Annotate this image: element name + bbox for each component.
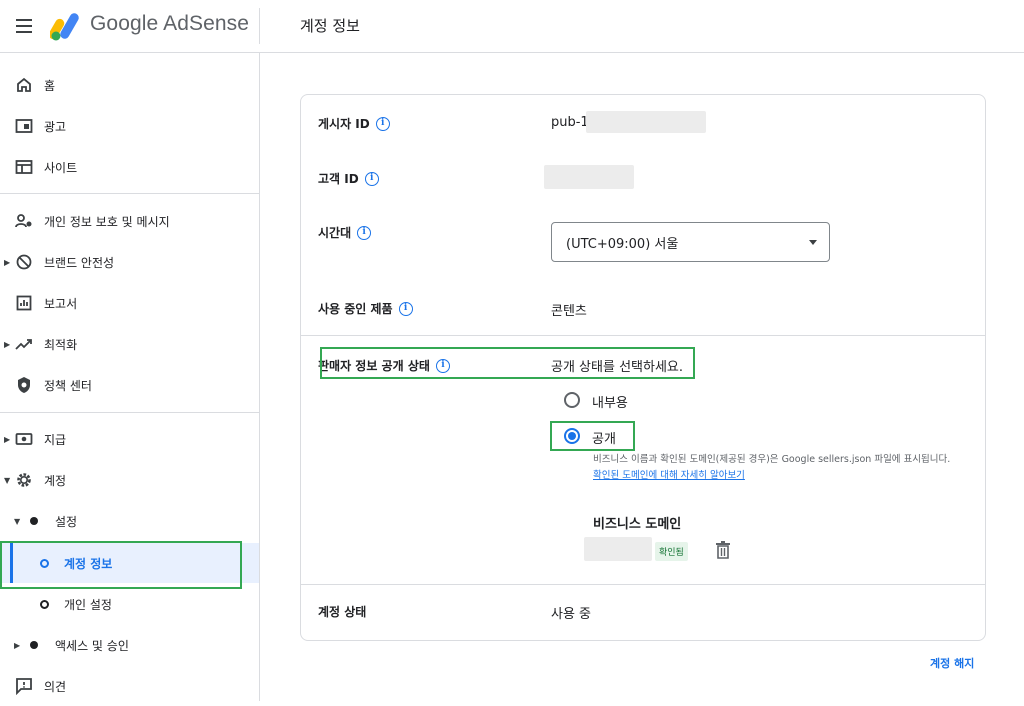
sidebar-item-brand-safety[interactable]: ▶ 브랜드 안전성 <box>0 242 259 282</box>
close-account-link[interactable]: 계정 해지 <box>930 655 974 671</box>
publisher-id-value: pub-1 <box>551 115 589 130</box>
info-icon[interactable]: i <box>357 225 372 240</box>
expand-arrow-icon[interactable]: ▶ <box>4 340 10 349</box>
customer-id-label: 고객 ID i <box>318 170 379 187</box>
highlight-box-seller-info <box>320 347 695 379</box>
verified-badge: 확인됨 <box>655 542 688 561</box>
sidebar-item-policy-center[interactable]: 정책 센터 <box>0 365 259 405</box>
trending-icon <box>14 334 34 354</box>
policy-shield-icon <box>14 375 34 395</box>
expand-arrow-icon[interactable]: ▶ <box>4 258 10 267</box>
sidebar-item-privacy[interactable]: 개인 정보 보호 및 메시지 <box>0 201 259 241</box>
products-label: 사용 중인 제품 i <box>318 300 413 317</box>
account-status-label: 계정 상태 <box>318 605 367 619</box>
info-icon[interactable]: i <box>398 301 413 316</box>
products-value: 콘텐츠 <box>551 304 587 319</box>
card-divider <box>301 584 985 585</box>
sidebar-divider <box>0 193 259 194</box>
expand-arrow-icon[interactable]: ▶ <box>14 641 20 650</box>
header-divider <box>259 8 260 44</box>
sidebar-item-access[interactable]: ▶ 액세스 및 승인 <box>0 625 259 665</box>
bullet-ring-icon <box>40 599 49 609</box>
reports-icon <box>14 293 34 313</box>
collapse-arrow-icon[interactable]: ▼ <box>14 517 20 526</box>
sidebar-item-ads[interactable]: 광고 <box>0 106 259 146</box>
highlight-box-public <box>550 421 635 451</box>
info-icon[interactable]: i <box>364 171 379 186</box>
dropdown-caret-icon <box>809 240 817 245</box>
sites-icon <box>14 157 34 177</box>
brand-name: Google AdSense <box>90 12 250 35</box>
sidebar: 홈 광고 사이트 개인 정보 보호 및 메시지 ▶ 브랜드 안전성 보고서 ▶ … <box>0 53 260 701</box>
redacted-customer-id <box>544 165 634 189</box>
redacted-domain <box>584 537 652 561</box>
menu-icon[interactable] <box>14 14 38 38</box>
learn-more-link[interactable]: 확인된 도메인에 대해 자세히 알아보기 <box>593 470 745 481</box>
redacted-publisher-id <box>586 111 706 133</box>
timezone-label: 시간대 i <box>318 224 372 241</box>
business-domain-title: 비즈니스 도메인 <box>593 517 682 532</box>
sidebar-item-personal-settings[interactable]: 개인 설정 <box>0 584 259 624</box>
adsense-logo-icon <box>50 13 79 41</box>
seller-help-text: 비즈니스 이름과 확인된 도메인(제공된 경우)은 Google sellers… <box>593 454 951 481</box>
feedback-icon <box>14 676 34 696</box>
account-info-card: 게시자 ID i pub-1 고객 ID i 시간대 i (UTC+09:00)… <box>300 94 986 641</box>
sidebar-item-feedback[interactable]: 의견 <box>0 666 259 706</box>
payments-icon <box>14 429 34 449</box>
radio-internal-label[interactable]: 내부용 <box>592 392 628 411</box>
app-header: Google AdSense 계정 정보 <box>0 0 1024 53</box>
sidebar-item-home[interactable]: 홈 <box>0 65 259 105</box>
account-status-value: 사용 중 <box>551 607 592 622</box>
sidebar-divider <box>0 412 259 413</box>
sidebar-item-optimization[interactable]: ▶ 최적화 <box>0 324 259 364</box>
trash-icon[interactable] <box>715 541 731 559</box>
info-icon[interactable]: i <box>375 116 390 131</box>
ads-icon <box>14 116 34 136</box>
card-divider <box>301 335 985 336</box>
home-icon <box>14 75 34 95</box>
bullet-icon <box>30 517 38 525</box>
privacy-icon <box>14 211 34 231</box>
bullet-icon <box>30 641 38 649</box>
expand-arrow-icon[interactable]: ▶ <box>4 435 10 444</box>
publisher-id-label: 게시자 ID i <box>318 115 390 132</box>
gear-icon <box>14 470 34 490</box>
sidebar-item-reports[interactable]: 보고서 <box>0 283 259 323</box>
page-title: 계정 정보 <box>300 17 360 35</box>
sidebar-item-account[interactable]: ▼ 계정 <box>0 460 259 500</box>
block-icon <box>14 252 34 272</box>
sidebar-item-payments[interactable]: ▶ 지급 <box>0 419 259 459</box>
sidebar-item-settings[interactable]: ▼ 설정 <box>0 501 259 541</box>
highlight-box-account-info <box>0 541 242 589</box>
sidebar-item-sites[interactable]: 사이트 <box>0 147 259 187</box>
radio-internal[interactable] <box>564 392 580 408</box>
timezone-select[interactable]: (UTC+09:00) 서울 <box>551 222 830 262</box>
collapse-arrow-icon[interactable]: ▼ <box>4 476 10 485</box>
